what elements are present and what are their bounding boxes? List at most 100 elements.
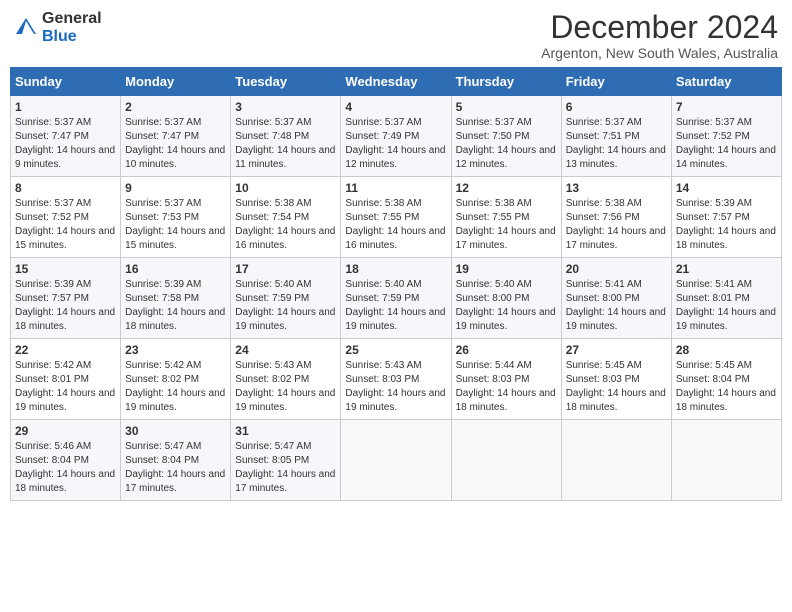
table-row: 31 Sunrise: 5:47 AMSunset: 8:05 PMDaylig… xyxy=(231,420,341,501)
calendar-table: Sunday Monday Tuesday Wednesday Thursday… xyxy=(10,67,782,501)
day-number: 19 xyxy=(456,262,557,276)
day-number: 1 xyxy=(15,100,116,114)
table-row: 14 Sunrise: 5:39 AMSunset: 7:57 PMDaylig… xyxy=(671,177,781,258)
cell-text: Sunrise: 5:37 AMSunset: 7:48 PMDaylight:… xyxy=(235,117,335,170)
table-row: 24 Sunrise: 5:43 AMSunset: 8:02 PMDaylig… xyxy=(231,339,341,420)
table-row: 8 Sunrise: 5:37 AMSunset: 7:52 PMDayligh… xyxy=(11,177,121,258)
day-number: 12 xyxy=(456,181,557,195)
day-number: 28 xyxy=(676,343,777,357)
day-number: 14 xyxy=(676,181,777,195)
calendar-row-3: 15 Sunrise: 5:39 AMSunset: 7:57 PMDaylig… xyxy=(11,258,782,339)
table-row: 27 Sunrise: 5:45 AMSunset: 8:03 PMDaylig… xyxy=(561,339,671,420)
day-number: 17 xyxy=(235,262,336,276)
col-wednesday: Wednesday xyxy=(341,68,451,96)
logo: General Blue xyxy=(14,10,102,46)
day-number: 22 xyxy=(15,343,116,357)
cell-text: Sunrise: 5:43 AMSunset: 8:02 PMDaylight:… xyxy=(235,360,335,413)
table-row: 21 Sunrise: 5:41 AMSunset: 8:01 PMDaylig… xyxy=(671,258,781,339)
month-title: December 2024 xyxy=(541,10,778,45)
cell-text: Sunrise: 5:46 AMSunset: 8:04 PMDaylight:… xyxy=(15,441,115,494)
cell-text: Sunrise: 5:37 AMSunset: 7:53 PMDaylight:… xyxy=(125,198,225,251)
table-row: 12 Sunrise: 5:38 AMSunset: 7:55 PMDaylig… xyxy=(451,177,561,258)
table-row: 20 Sunrise: 5:41 AMSunset: 8:00 PMDaylig… xyxy=(561,258,671,339)
location-title: Argenton, New South Wales, Australia xyxy=(541,45,778,61)
calendar-row-2: 8 Sunrise: 5:37 AMSunset: 7:52 PMDayligh… xyxy=(11,177,782,258)
day-number: 8 xyxy=(15,181,116,195)
day-number: 31 xyxy=(235,424,336,438)
cell-text: Sunrise: 5:45 AMSunset: 8:03 PMDaylight:… xyxy=(566,360,666,413)
table-row-empty xyxy=(671,420,781,501)
table-row: 28 Sunrise: 5:45 AMSunset: 8:04 PMDaylig… xyxy=(671,339,781,420)
logo-blue: Blue xyxy=(42,28,77,45)
day-number: 10 xyxy=(235,181,336,195)
cell-text: Sunrise: 5:38 AMSunset: 7:55 PMDaylight:… xyxy=(456,198,556,251)
day-number: 23 xyxy=(125,343,226,357)
table-row: 15 Sunrise: 5:39 AMSunset: 7:57 PMDaylig… xyxy=(11,258,121,339)
day-number: 25 xyxy=(345,343,446,357)
cell-text: Sunrise: 5:41 AMSunset: 8:00 PMDaylight:… xyxy=(566,279,666,332)
day-number: 26 xyxy=(456,343,557,357)
calendar-header-row: Sunday Monday Tuesday Wednesday Thursday… xyxy=(11,68,782,96)
day-number: 16 xyxy=(125,262,226,276)
table-row: 16 Sunrise: 5:39 AMSunset: 7:58 PMDaylig… xyxy=(121,258,231,339)
col-saturday: Saturday xyxy=(671,68,781,96)
table-row: 29 Sunrise: 5:46 AMSunset: 8:04 PMDaylig… xyxy=(11,420,121,501)
table-row: 19 Sunrise: 5:40 AMSunset: 8:00 PMDaylig… xyxy=(451,258,561,339)
calendar-row-1: 1 Sunrise: 5:37 AMSunset: 7:47 PMDayligh… xyxy=(11,96,782,177)
cell-text: Sunrise: 5:39 AMSunset: 7:57 PMDaylight:… xyxy=(15,279,115,332)
table-row: 4 Sunrise: 5:37 AMSunset: 7:49 PMDayligh… xyxy=(341,96,451,177)
table-row-empty xyxy=(561,420,671,501)
col-tuesday: Tuesday xyxy=(231,68,341,96)
table-row: 17 Sunrise: 5:40 AMSunset: 7:59 PMDaylig… xyxy=(231,258,341,339)
table-row: 9 Sunrise: 5:37 AMSunset: 7:53 PMDayligh… xyxy=(121,177,231,258)
col-monday: Monday xyxy=(121,68,231,96)
day-number: 7 xyxy=(676,100,777,114)
cell-text: Sunrise: 5:44 AMSunset: 8:03 PMDaylight:… xyxy=(456,360,556,413)
day-number: 6 xyxy=(566,100,667,114)
day-number: 15 xyxy=(15,262,116,276)
col-friday: Friday xyxy=(561,68,671,96)
title-area: December 2024 Argenton, New South Wales,… xyxy=(541,10,778,61)
cell-text: Sunrise: 5:42 AMSunset: 8:01 PMDaylight:… xyxy=(15,360,115,413)
day-number: 29 xyxy=(15,424,116,438)
day-number: 13 xyxy=(566,181,667,195)
cell-text: Sunrise: 5:38 AMSunset: 7:56 PMDaylight:… xyxy=(566,198,666,251)
cell-text: Sunrise: 5:37 AMSunset: 7:51 PMDaylight:… xyxy=(566,117,666,170)
logo-general: General xyxy=(42,10,102,27)
cell-text: Sunrise: 5:37 AMSunset: 7:49 PMDaylight:… xyxy=(345,117,445,170)
table-row: 23 Sunrise: 5:42 AMSunset: 8:02 PMDaylig… xyxy=(121,339,231,420)
table-row: 10 Sunrise: 5:38 AMSunset: 7:54 PMDaylig… xyxy=(231,177,341,258)
cell-text: Sunrise: 5:38 AMSunset: 7:55 PMDaylight:… xyxy=(345,198,445,251)
day-number: 4 xyxy=(345,100,446,114)
day-number: 27 xyxy=(566,343,667,357)
table-row: 30 Sunrise: 5:47 AMSunset: 8:04 PMDaylig… xyxy=(121,420,231,501)
cell-text: Sunrise: 5:37 AMSunset: 7:52 PMDaylight:… xyxy=(676,117,776,170)
table-row: 11 Sunrise: 5:38 AMSunset: 7:55 PMDaylig… xyxy=(341,177,451,258)
cell-text: Sunrise: 5:37 AMSunset: 7:52 PMDaylight:… xyxy=(15,198,115,251)
day-number: 20 xyxy=(566,262,667,276)
cell-text: Sunrise: 5:40 AMSunset: 7:59 PMDaylight:… xyxy=(345,279,445,332)
table-row: 5 Sunrise: 5:37 AMSunset: 7:50 PMDayligh… xyxy=(451,96,561,177)
cell-text: Sunrise: 5:40 AMSunset: 8:00 PMDaylight:… xyxy=(456,279,556,332)
cell-text: Sunrise: 5:40 AMSunset: 7:59 PMDaylight:… xyxy=(235,279,335,332)
col-thursday: Thursday xyxy=(451,68,561,96)
table-row: 22 Sunrise: 5:42 AMSunset: 8:01 PMDaylig… xyxy=(11,339,121,420)
logo-icon xyxy=(14,16,38,40)
cell-text: Sunrise: 5:42 AMSunset: 8:02 PMDaylight:… xyxy=(125,360,225,413)
day-number: 11 xyxy=(345,181,446,195)
day-number: 30 xyxy=(125,424,226,438)
day-number: 3 xyxy=(235,100,336,114)
day-number: 24 xyxy=(235,343,336,357)
cell-text: Sunrise: 5:47 AMSunset: 8:05 PMDaylight:… xyxy=(235,441,335,494)
day-number: 21 xyxy=(676,262,777,276)
table-row: 18 Sunrise: 5:40 AMSunset: 7:59 PMDaylig… xyxy=(341,258,451,339)
page-header: General Blue December 2024 Argenton, New… xyxy=(10,10,782,61)
cell-text: Sunrise: 5:38 AMSunset: 7:54 PMDaylight:… xyxy=(235,198,335,251)
table-row: 6 Sunrise: 5:37 AMSunset: 7:51 PMDayligh… xyxy=(561,96,671,177)
day-number: 5 xyxy=(456,100,557,114)
cell-text: Sunrise: 5:37 AMSunset: 7:50 PMDaylight:… xyxy=(456,117,556,170)
table-row-empty xyxy=(341,420,451,501)
col-sunday: Sunday xyxy=(11,68,121,96)
table-row-empty xyxy=(451,420,561,501)
calendar-row-4: 22 Sunrise: 5:42 AMSunset: 8:01 PMDaylig… xyxy=(11,339,782,420)
